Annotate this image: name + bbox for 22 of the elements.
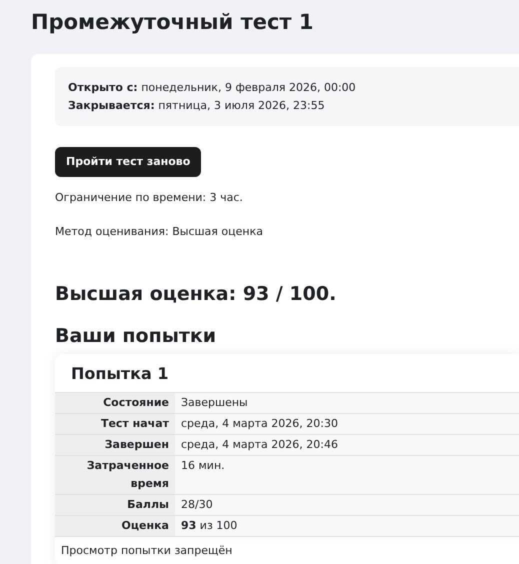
date-line: Открыто с: понедельник, 9 февраля 2026, 00:00 bbox=[68, 80, 357, 96]
row-value: 28/30 bbox=[175, 495, 519, 515]
row-value: 16 мин. bbox=[175, 456, 519, 494]
row-label: Затраченное время bbox=[55, 456, 175, 494]
attempts-heading: Ваши попытки bbox=[55, 324, 218, 348]
row-label: Тест начат bbox=[55, 414, 175, 434]
info-text: Ограничение по времени: 3 час. bbox=[55, 190, 244, 206]
retake-button[interactable]: Пройти тест заново bbox=[55, 147, 202, 177]
row-value: среда, 4 марта 2026, 20:30 bbox=[175, 414, 519, 434]
row-value: среда, 4 марта 2026, 20:46 bbox=[175, 435, 519, 455]
page-title: Промежуточный тест 1 bbox=[30, 9, 315, 36]
row-label: Оценка bbox=[55, 516, 175, 536]
row-value: 93 из 100 bbox=[175, 516, 519, 536]
row-label: Баллы bbox=[55, 495, 175, 515]
review-note: Просмотр попытки запрещён bbox=[60, 543, 234, 559]
attempt-title: Попытка 1 bbox=[70, 363, 170, 385]
row-label: Состояние bbox=[55, 393, 175, 413]
date-line: Закрывается: пятница, 3 июля 2026, 23:55 bbox=[68, 98, 326, 114]
best-grade-heading: Высшая оценка: 93 / 100. bbox=[55, 282, 338, 306]
row-label: Завершен bbox=[55, 435, 175, 455]
row-value: Завершены bbox=[175, 393, 519, 413]
info-text: Метод оценивания: Высшая оценка bbox=[55, 224, 264, 240]
